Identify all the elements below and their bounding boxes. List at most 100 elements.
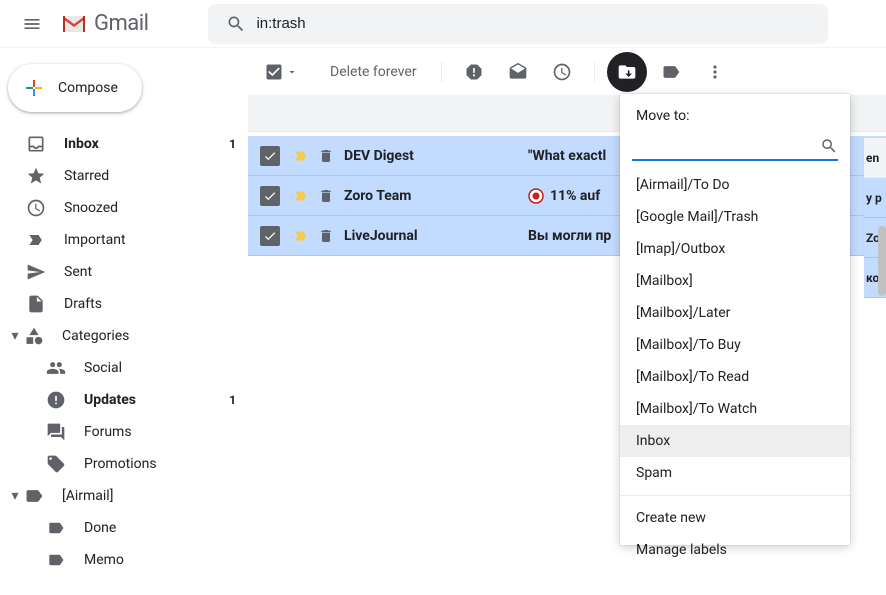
caret-down-icon: ▾ — [6, 328, 24, 344]
more-button[interactable] — [695, 52, 735, 92]
sidebar-item-inbox[interactable]: Inbox 1 — [0, 128, 248, 160]
sidebar-item-promotions[interactable]: Promotions — [0, 448, 248, 480]
search-bar[interactable] — [208, 4, 828, 44]
sidebar-item-important[interactable]: Important — [0, 224, 248, 256]
move-to-panel: Move to: [Airmail]/To Do [Google Mail]/T… — [620, 94, 850, 545]
gmail-logo[interactable]: Gmail — [60, 11, 148, 36]
trash-icon — [318, 228, 334, 244]
row-checkbox[interactable] — [260, 186, 280, 206]
sidebar-item-label: Memo — [84, 552, 236, 568]
move-to-item[interactable]: [Mailbox]/Later — [620, 297, 850, 329]
sidebar-item-label: [Airmail] — [62, 488, 113, 504]
move-to-search[interactable] — [632, 134, 838, 161]
header: Gmail — [0, 0, 886, 48]
compose-button[interactable]: Compose — [8, 64, 142, 112]
label-icon — [24, 486, 44, 506]
sidebar-item-social[interactable]: Social — [0, 352, 248, 384]
app-name: Gmail — [94, 11, 148, 36]
move-to-button[interactable] — [607, 52, 647, 92]
move-to-item[interactable]: [Imap]/Outbox — [620, 233, 850, 265]
sidebar-group-categories[interactable]: ▾ Categories — [0, 320, 248, 352]
check-icon — [263, 229, 277, 243]
sidebar-item-label: Inbox — [64, 136, 229, 152]
move-to-item[interactable]: Spam — [620, 457, 850, 489]
drafts-icon — [26, 294, 46, 314]
main-menu-button[interactable] — [12, 4, 52, 44]
sidebar-item-sent[interactable]: Sent — [0, 256, 248, 288]
report-spam-button[interactable] — [454, 52, 494, 92]
move-to-title: Move to: — [620, 94, 850, 134]
row-checkbox[interactable] — [260, 226, 280, 246]
sidebar-item-label: Social — [84, 360, 236, 376]
red-badge-icon — [528, 188, 544, 204]
move-to-create-new[interactable]: Create new — [620, 502, 850, 534]
move-to-search-input[interactable] — [632, 134, 820, 157]
obscured-row: en — [864, 138, 886, 178]
trash-icon — [318, 188, 334, 204]
sidebar-item-label: Important — [64, 232, 236, 248]
search-icon[interactable] — [216, 4, 256, 44]
search-input[interactable] — [256, 15, 820, 32]
separator — [441, 62, 442, 82]
move-to-item[interactable]: [Mailbox]/To Watch — [620, 393, 850, 425]
label-icon — [661, 62, 681, 82]
sidebar-item-label: Categories — [62, 328, 129, 344]
gmail-icon — [60, 13, 88, 35]
mark-read-button[interactable] — [498, 52, 538, 92]
content: Delete forever DEV Digest "What exactl Z… — [248, 48, 886, 595]
compose-label: Compose — [58, 80, 118, 96]
clock-icon — [552, 62, 572, 82]
labels-button[interactable] — [651, 52, 691, 92]
plus-icon — [22, 76, 46, 100]
move-to-item[interactable]: [Mailbox]/To Buy — [620, 329, 850, 361]
important-marker-icon[interactable] — [292, 227, 310, 245]
caret-down-icon: ▾ — [6, 488, 24, 504]
message-sender: LiveJournal — [344, 228, 524, 244]
move-to-item[interactable]: Inbox — [620, 425, 850, 457]
important-marker-icon[interactable] — [292, 147, 310, 165]
move-to-item[interactable]: [Airmail]/To Do — [620, 169, 850, 201]
sidebar-item-updates[interactable]: Updates 1 — [0, 384, 248, 416]
clock-icon — [26, 198, 46, 218]
move-to-item[interactable]: [Mailbox] — [620, 265, 850, 297]
move-to-manage-labels[interactable]: Manage labels — [620, 534, 850, 566]
updates-icon — [46, 390, 66, 410]
sidebar-item-snoozed[interactable]: Snoozed — [0, 192, 248, 224]
sidebar-item-label: Done — [84, 520, 236, 536]
delete-forever-button[interactable]: Delete forever — [318, 64, 429, 80]
sidebar-item-label: Snoozed — [64, 200, 236, 216]
sidebar-item-count: 1 — [229, 137, 236, 151]
sidebar-item-memo[interactable]: Memo — [0, 544, 248, 576]
sidebar-item-label: Updates — [84, 392, 229, 408]
hamburger-icon — [22, 14, 42, 34]
move-to-item[interactable]: [Google Mail]/Trash — [620, 201, 850, 233]
move-to-icon — [617, 62, 637, 82]
sidebar-item-forums[interactable]: Forums — [0, 416, 248, 448]
move-to-item[interactable]: [Mailbox]/To Read — [620, 361, 850, 393]
sent-icon — [26, 262, 46, 282]
check-icon — [263, 189, 277, 203]
promotions-icon — [46, 454, 66, 474]
label-icon — [46, 551, 66, 569]
important-icon — [26, 230, 46, 250]
separator — [620, 495, 850, 496]
search-icon — [820, 137, 838, 155]
sidebar-item-label: Promotions — [84, 456, 236, 472]
snooze-button[interactable] — [542, 52, 582, 92]
separator — [594, 62, 595, 82]
check-icon — [263, 149, 277, 163]
star-icon — [26, 166, 46, 186]
scrollbar-thumb[interactable] — [878, 226, 886, 296]
important-marker-icon[interactable] — [292, 187, 310, 205]
select-all-checkbox[interactable] — [264, 62, 298, 82]
sidebar-item-drafts[interactable]: Drafts — [0, 288, 248, 320]
sidebar-item-done[interactable]: Done — [0, 512, 248, 544]
row-checkbox[interactable] — [260, 146, 280, 166]
sidebar-item-label: Forums — [84, 424, 236, 440]
checkbox-checked-icon — [264, 62, 284, 82]
more-vert-icon — [705, 62, 725, 82]
sidebar-item-label: Starred — [64, 168, 236, 184]
sidebar-item-starred[interactable]: Starred — [0, 160, 248, 192]
sidebar-group-airmail[interactable]: ▾ [Airmail] — [0, 480, 248, 512]
forums-icon — [46, 422, 66, 442]
